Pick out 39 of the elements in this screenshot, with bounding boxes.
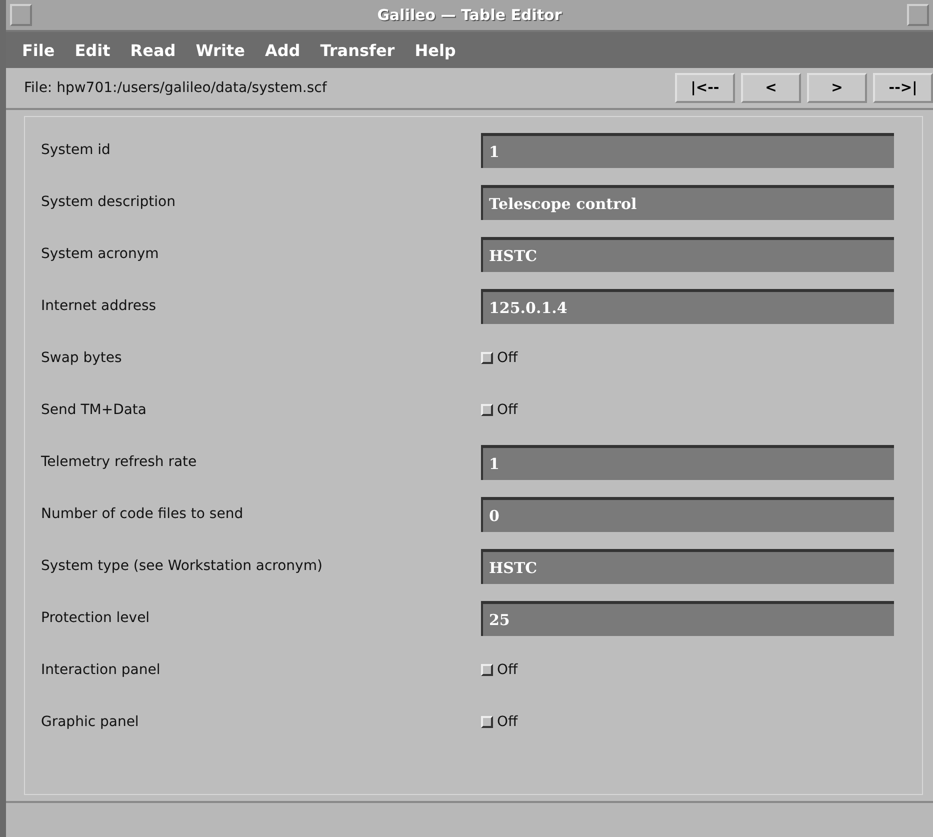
field-label: System type (see Workstation acronym)	[41, 558, 324, 574]
toggle-button[interactable]: Off	[481, 662, 518, 678]
file-path: File: hpw701:/users/galileo/data/system.scf	[24, 80, 327, 96]
menu-item[interactable]: Help	[414, 40, 456, 60]
menu-item[interactable]: Add	[264, 40, 300, 60]
input-field[interactable]: 1	[481, 444, 894, 480]
field-label: Protection level	[41, 610, 151, 626]
menu-item[interactable]: Transfer	[320, 40, 395, 60]
nav-button[interactable]: -->|	[873, 73, 933, 103]
field-label: Graphic panel	[41, 714, 140, 730]
field-label: System description	[41, 194, 176, 210]
field-label: Interaction panel	[41, 662, 162, 678]
input-field[interactable]: 25	[481, 600, 894, 636]
input-field[interactable]: 0	[481, 496, 894, 532]
field-label: Swap bytes	[41, 350, 123, 366]
toggle-button[interactable]: Off	[481, 714, 518, 730]
field-label: Internet address	[41, 298, 158, 314]
window-menu-button[interactable]	[10, 4, 32, 26]
toggle-button[interactable]: Off	[481, 350, 518, 366]
window-title: Galileo — Table Editor	[377, 6, 562, 24]
field-label: Send TM+Data	[41, 402, 148, 418]
input-field[interactable]: Telescope control	[481, 184, 894, 220]
field-label: System id	[41, 142, 112, 158]
field-label: System acronym	[41, 246, 160, 262]
input-field[interactable]: 125.0.1.4	[481, 288, 894, 324]
field-label: Telemetry refresh rate	[41, 454, 198, 470]
input-field[interactable]: HSTC	[481, 548, 894, 584]
maximize-button[interactable]	[906, 4, 929, 26]
menu-item[interactable]: Edit	[74, 40, 110, 60]
menu-item[interactable]: Read	[130, 40, 176, 60]
input-field[interactable]: 1	[481, 132, 894, 168]
menu-item[interactable]: Write	[196, 40, 245, 60]
menu-item[interactable]: File	[22, 40, 55, 60]
field-label: Number of code files to send	[41, 506, 244, 522]
nav-button[interactable]: >	[807, 73, 867, 103]
toggle-button[interactable]: Off	[481, 402, 518, 418]
nav-button[interactable]: <	[741, 73, 801, 103]
nav-button[interactable]: |<--	[675, 73, 735, 103]
input-field[interactable]: HSTC	[481, 236, 894, 272]
